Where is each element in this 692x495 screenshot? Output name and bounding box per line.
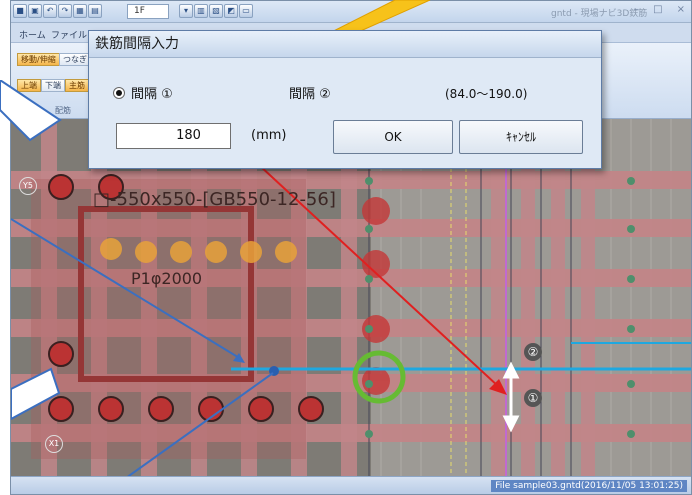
file-status: File sample03.gntd(2016/11/05 13:01:25) bbox=[491, 480, 687, 492]
cancel-button[interactable]: ｷｬﾝｾﾙ bbox=[459, 120, 583, 154]
callout-one: ① bbox=[524, 389, 542, 407]
left-callout-arrow bbox=[0, 80, 62, 142]
callout-two: ② bbox=[524, 343, 542, 361]
radio-spacing-1[interactable] bbox=[113, 86, 125, 99]
section-label: □-550x550-[GB550-12-56] bbox=[93, 189, 336, 210]
drawing-canvas[interactable]: □-550x550-[GB550-12-56] P1φ2000 Y5 X1 ② … bbox=[11, 119, 692, 478]
option-spacing-1[interactable]: 間隔 ① bbox=[113, 83, 173, 102]
drawing-svg[interactable] bbox=[11, 119, 692, 478]
range-text: (84.0～190.0) bbox=[445, 87, 528, 101]
spacing-input-dialog: 鉄筋間隔入力 間隔 ① 間隔 ② (84.0～190.0) 180 (mm) O… bbox=[88, 30, 602, 169]
ok-button[interactable]: OK bbox=[333, 120, 453, 154]
option-spacing-2[interactable]: 間隔 ② bbox=[289, 83, 331, 102]
dialog-title: 鉄筋間隔入力 bbox=[89, 31, 601, 58]
left-callout-svg bbox=[0, 80, 62, 142]
status-bar: File sample03.gntd(2016/11/05 13:01:25) bbox=[11, 476, 691, 494]
option-spacing-1-label: 間隔 ① bbox=[131, 87, 173, 102]
unit-label: (mm) bbox=[251, 128, 287, 143]
pile-label: P1φ2000 bbox=[131, 269, 203, 288]
spacing-value-input[interactable]: 180 bbox=[116, 123, 231, 149]
option-spacing-2-label: 間隔 ② bbox=[289, 87, 331, 102]
grid-label-x1: X1 bbox=[45, 435, 63, 453]
